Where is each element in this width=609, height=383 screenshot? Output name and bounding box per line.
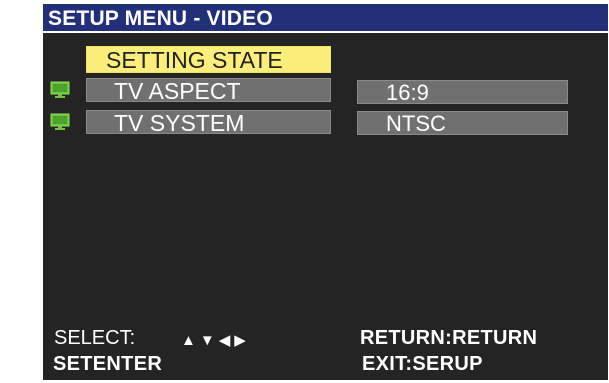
tv-system-value[interactable]: NTSC bbox=[357, 111, 568, 136]
exit-hint: EXIT:SERUP bbox=[362, 353, 483, 375]
tv-aspect-label[interactable]: TV ASPECT bbox=[86, 78, 331, 103]
title-bar: SETUP MENU - VIDEO bbox=[43, 4, 608, 33]
setenter-label: SETENTER bbox=[53, 353, 163, 375]
setting-state-header[interactable]: SETTING STATE bbox=[86, 46, 331, 73]
return-hint: RETURN:RETURN bbox=[360, 327, 538, 349]
select-label: SELECT: bbox=[54, 327, 136, 349]
tv-system-label[interactable]: TV SYSTEM bbox=[86, 110, 331, 135]
monitor-icon bbox=[50, 81, 70, 98]
nav-arrows-icon: ▲▼◀▶ bbox=[181, 332, 250, 349]
osd-screen: SETUP MENU - VIDEO SETTING STATE TV ASPE… bbox=[0, 0, 609, 383]
monitor-icon bbox=[50, 113, 70, 130]
tv-aspect-value[interactable]: 16:9 bbox=[357, 80, 568, 105]
page-title: SETUP MENU - VIDEO bbox=[48, 7, 273, 30]
